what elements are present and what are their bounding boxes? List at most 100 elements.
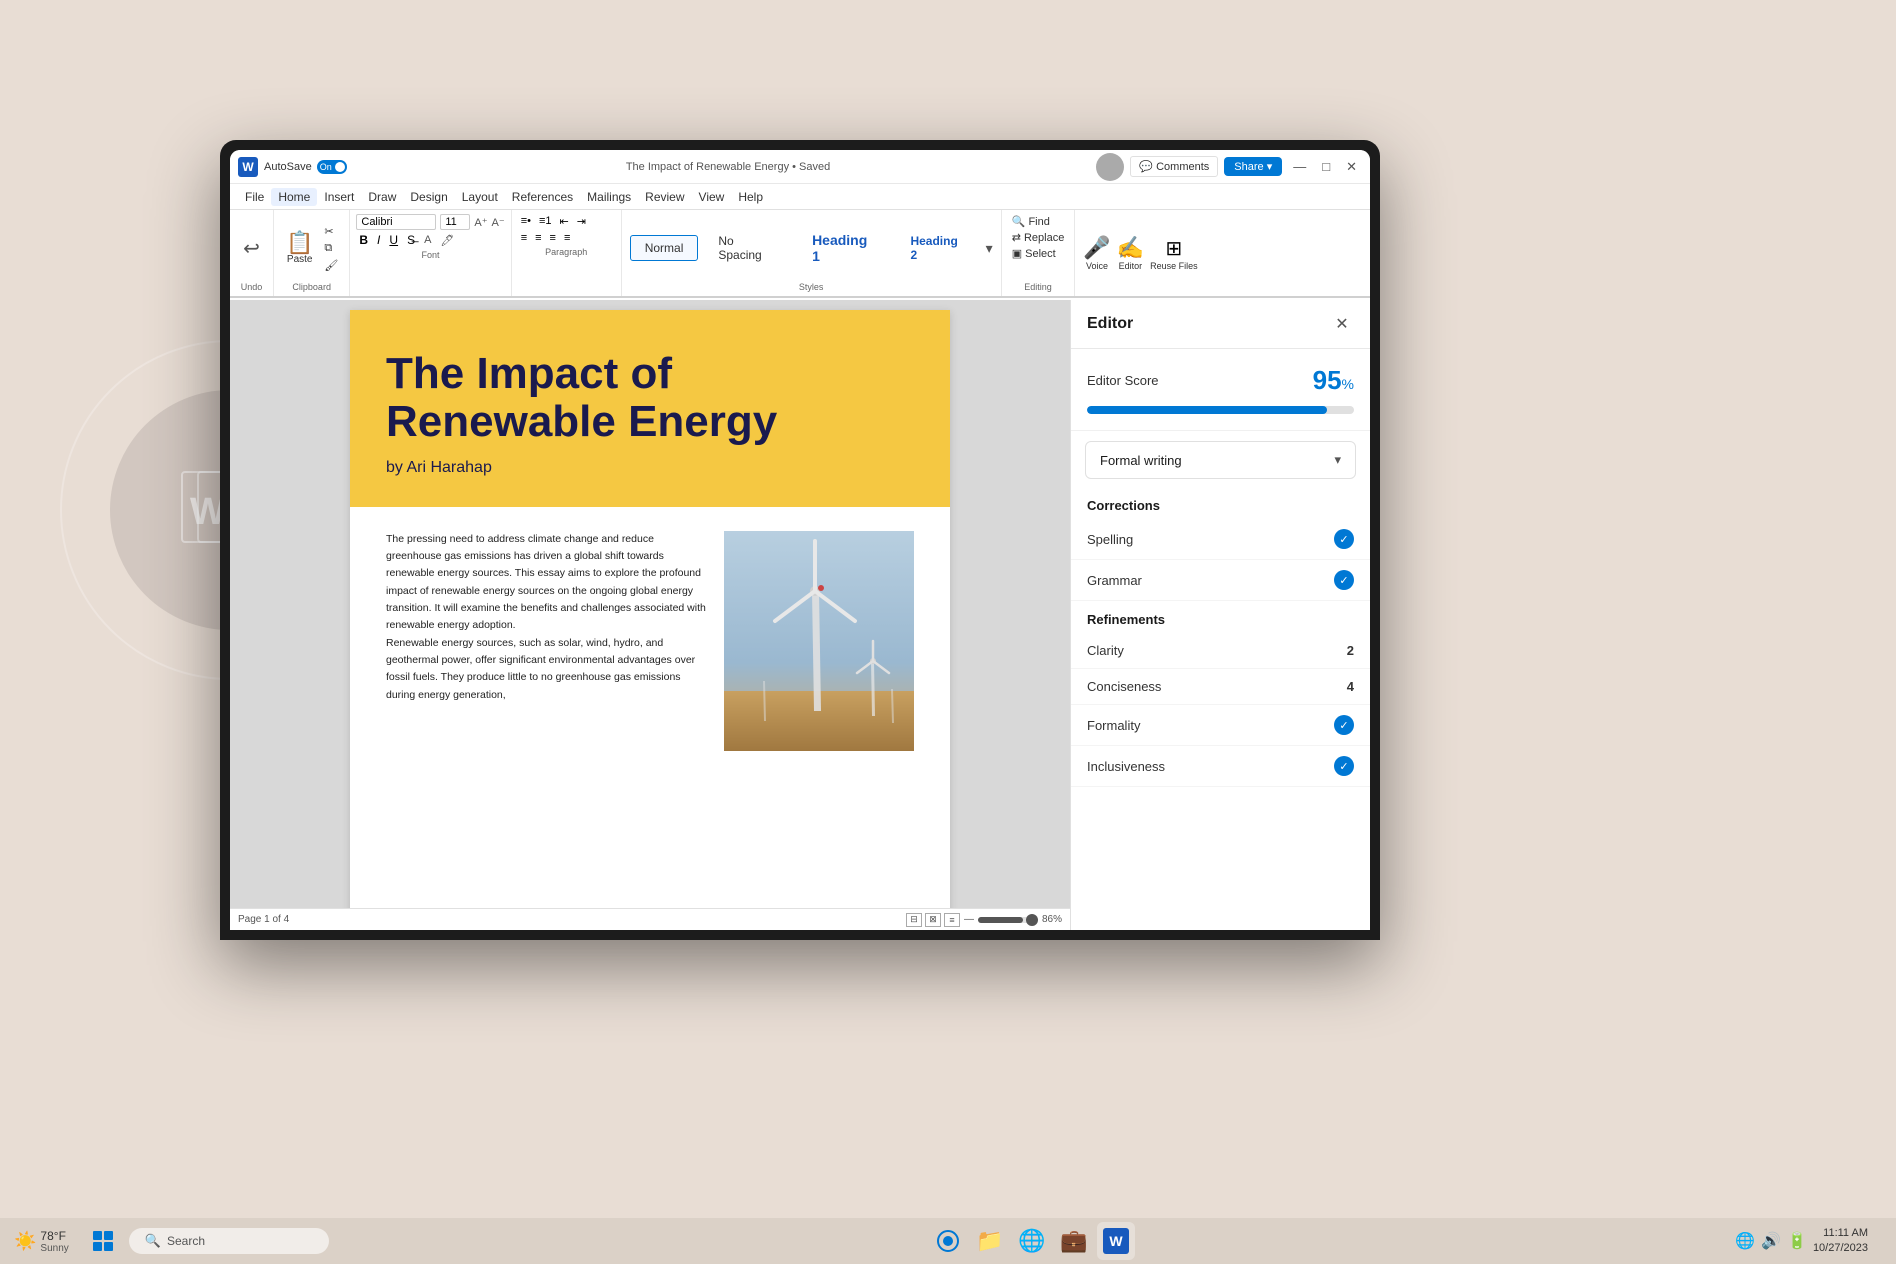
spelling-row[interactable]: Spelling ✓ — [1071, 519, 1370, 560]
taskbar-search-bar[interactable]: 🔍 Search — [129, 1228, 329, 1254]
maximize-button[interactable]: □ — [1317, 157, 1335, 176]
share-button[interactable]: Share ▾ — [1224, 157, 1282, 176]
paste-button[interactable]: 📋 Paste — [282, 228, 317, 269]
highlight-button[interactable]: 🖊 — [437, 233, 457, 248]
comments-button[interactable]: 💬 Comments — [1130, 156, 1218, 177]
replace-button[interactable]: ⇄ Replace — [1008, 230, 1069, 245]
laptop-screen-bezel: W AutoSave On The Impact of Renewable En… — [230, 150, 1370, 930]
taskbar-battery-icon[interactable]: 🔋 — [1787, 1231, 1807, 1251]
menu-insert[interactable]: Insert — [317, 188, 361, 206]
font-size-dropdown[interactable]: 11 — [440, 214, 470, 230]
taskbar-teams[interactable]: 💼 — [1055, 1222, 1093, 1260]
taskbar-volume-icon[interactable]: 🔊 — [1761, 1231, 1781, 1251]
find-button[interactable]: 🔍 Find — [1008, 214, 1069, 229]
view-mode-2[interactable]: ⊠ — [925, 913, 941, 927]
undo-button[interactable]: ↩ — [239, 214, 264, 282]
styles-more-button[interactable]: ▾ — [986, 240, 993, 257]
inclusiveness-label: Inclusiveness — [1087, 759, 1165, 774]
clipboard-buttons: 📋 Paste ✂ ⧉ 🖌 — [282, 214, 341, 282]
numbering-button[interactable]: ≡1 — [536, 214, 555, 229]
font-grow-button[interactable]: A⁺ — [474, 216, 487, 229]
paragraph-row1: ≡• ≡1 ⇤ ⇥ — [518, 214, 615, 229]
win-icon-tl — [93, 1231, 102, 1240]
doc-para-1: The pressing need to address climate cha… — [386, 531, 706, 635]
style-no-spacing[interactable]: No Spacing — [704, 229, 792, 267]
indent-dec-button[interactable]: ⇤ — [557, 214, 572, 229]
cut-button[interactable]: ✂ — [321, 224, 341, 239]
doc-author: by Ari Harahap — [386, 459, 914, 477]
ribbon-right-group: 🎤 Voice ✍ Editor ⊞ Reuse Files — [1075, 210, 1205, 296]
autosave-state: On — [320, 162, 332, 172]
style-normal[interactable]: Normal — [630, 235, 699, 261]
taskbar-show-desktop[interactable] — [1874, 1225, 1882, 1257]
zoom-thumb[interactable] — [1026, 914, 1038, 926]
menu-file[interactable]: File — [238, 188, 271, 206]
underline-button[interactable]: U — [386, 232, 401, 248]
font-shrink-button[interactable]: A⁻ — [492, 216, 505, 229]
score-progress-bg — [1087, 406, 1354, 414]
italic-button[interactable]: I — [374, 232, 383, 248]
corrections-label: Corrections — [1087, 498, 1160, 513]
taskbar-network-icon[interactable]: 🌐 — [1735, 1231, 1755, 1251]
menu-home[interactable]: Home — [271, 188, 317, 206]
dictate-button[interactable]: 🎤 Voice — [1083, 235, 1110, 271]
wind-turbine-illustration — [724, 531, 914, 751]
menu-review[interactable]: Review — [638, 188, 691, 206]
taskbar-weather: ☀️ 78°F Sunny — [14, 1229, 69, 1254]
user-avatar[interactable] — [1096, 153, 1124, 181]
editor-button[interactable]: ✍ Editor — [1117, 235, 1144, 271]
align-center-button[interactable]: ≡ — [532, 231, 544, 245]
word-window: W AutoSave On The Impact of Renewable En… — [230, 150, 1370, 930]
menu-references[interactable]: References — [505, 188, 580, 206]
menu-draw[interactable]: Draw — [361, 188, 403, 206]
select-button[interactable]: ▣ Select — [1008, 246, 1069, 261]
taskbar-clock[interactable]: 11:11 AM 10/27/2023 — [1813, 1226, 1868, 1257]
style-heading2[interactable]: Heading 2 — [896, 229, 979, 267]
zoom-controls: ⊟ ⊠ ≡ — 86% — [906, 913, 1062, 927]
grammar-row[interactable]: Grammar ✓ — [1071, 560, 1370, 601]
taskbar-edge[interactable]: 🌐 — [1013, 1222, 1051, 1260]
editor-close-button[interactable]: ✕ — [1330, 312, 1354, 336]
ribbon-font-group: Calibri 11 A⁺ A⁻ B I U S̶ A 🖊 Font — [350, 210, 511, 296]
menu-help[interactable]: Help — [731, 188, 770, 206]
view-mode-3[interactable]: ≡ — [944, 913, 960, 927]
bold-button[interactable]: B — [356, 232, 371, 248]
font-family-dropdown[interactable]: Calibri — [356, 214, 436, 230]
menu-view[interactable]: View — [692, 188, 732, 206]
menu-design[interactable]: Design — [403, 188, 454, 206]
minimize-button[interactable]: — — [1288, 157, 1311, 176]
strikethrough-button[interactable]: S̶ — [404, 232, 418, 248]
formal-writing-dropdown[interactable]: Formal writing ▾ — [1085, 441, 1356, 479]
formal-writing-label: Formal writing — [1100, 453, 1182, 468]
format-painter-button[interactable]: 🖌 — [321, 258, 341, 273]
start-button[interactable] — [85, 1223, 121, 1259]
zoom-slider[interactable] — [978, 917, 1038, 923]
corrections-section-header: Corrections — [1071, 489, 1370, 519]
bullets-button[interactable]: ≡• — [518, 214, 534, 229]
taskbar-word[interactable]: W — [1097, 1222, 1135, 1260]
copy-button[interactable]: ⧉ — [321, 241, 341, 256]
align-right-button[interactable]: ≡ — [547, 231, 559, 245]
autosave-toggle[interactable]: On — [317, 160, 347, 174]
menu-layout[interactable]: Layout — [455, 188, 505, 206]
menu-mailings[interactable]: Mailings — [580, 188, 638, 206]
reuse-files-button[interactable]: ⊞ Reuse Files — [1150, 236, 1198, 271]
font-color-button[interactable]: A — [421, 233, 434, 247]
taskbar-search-label: Search — [167, 1234, 205, 1248]
clarity-row[interactable]: Clarity 2 — [1071, 633, 1370, 669]
taskbar-file-explorer[interactable]: 📁 — [971, 1222, 1009, 1260]
editor-icon: ✍ — [1117, 235, 1144, 261]
indent-inc-button[interactable]: ⇥ — [574, 214, 589, 229]
close-button[interactable]: ✕ — [1341, 157, 1362, 177]
refinements-label: Refinements — [1087, 612, 1165, 627]
file-explorer-icon: 📁 — [976, 1228, 1003, 1254]
align-justify-button[interactable]: ≡ — [561, 231, 573, 245]
conciseness-row[interactable]: Conciseness 4 — [1071, 669, 1370, 705]
taskbar-right-section: 🌐 🔊 🔋 11:11 AM 10/27/2023 — [1735, 1225, 1882, 1257]
style-heading1[interactable]: Heading 1 — [798, 227, 890, 269]
align-left-button[interactable]: ≡ — [518, 231, 530, 245]
taskbar-cortana[interactable] — [929, 1222, 967, 1260]
inclusiveness-row[interactable]: Inclusiveness ✓ — [1071, 746, 1370, 787]
formality-row[interactable]: Formality ✓ — [1071, 705, 1370, 746]
view-mode-1[interactable]: ⊟ — [906, 913, 922, 927]
